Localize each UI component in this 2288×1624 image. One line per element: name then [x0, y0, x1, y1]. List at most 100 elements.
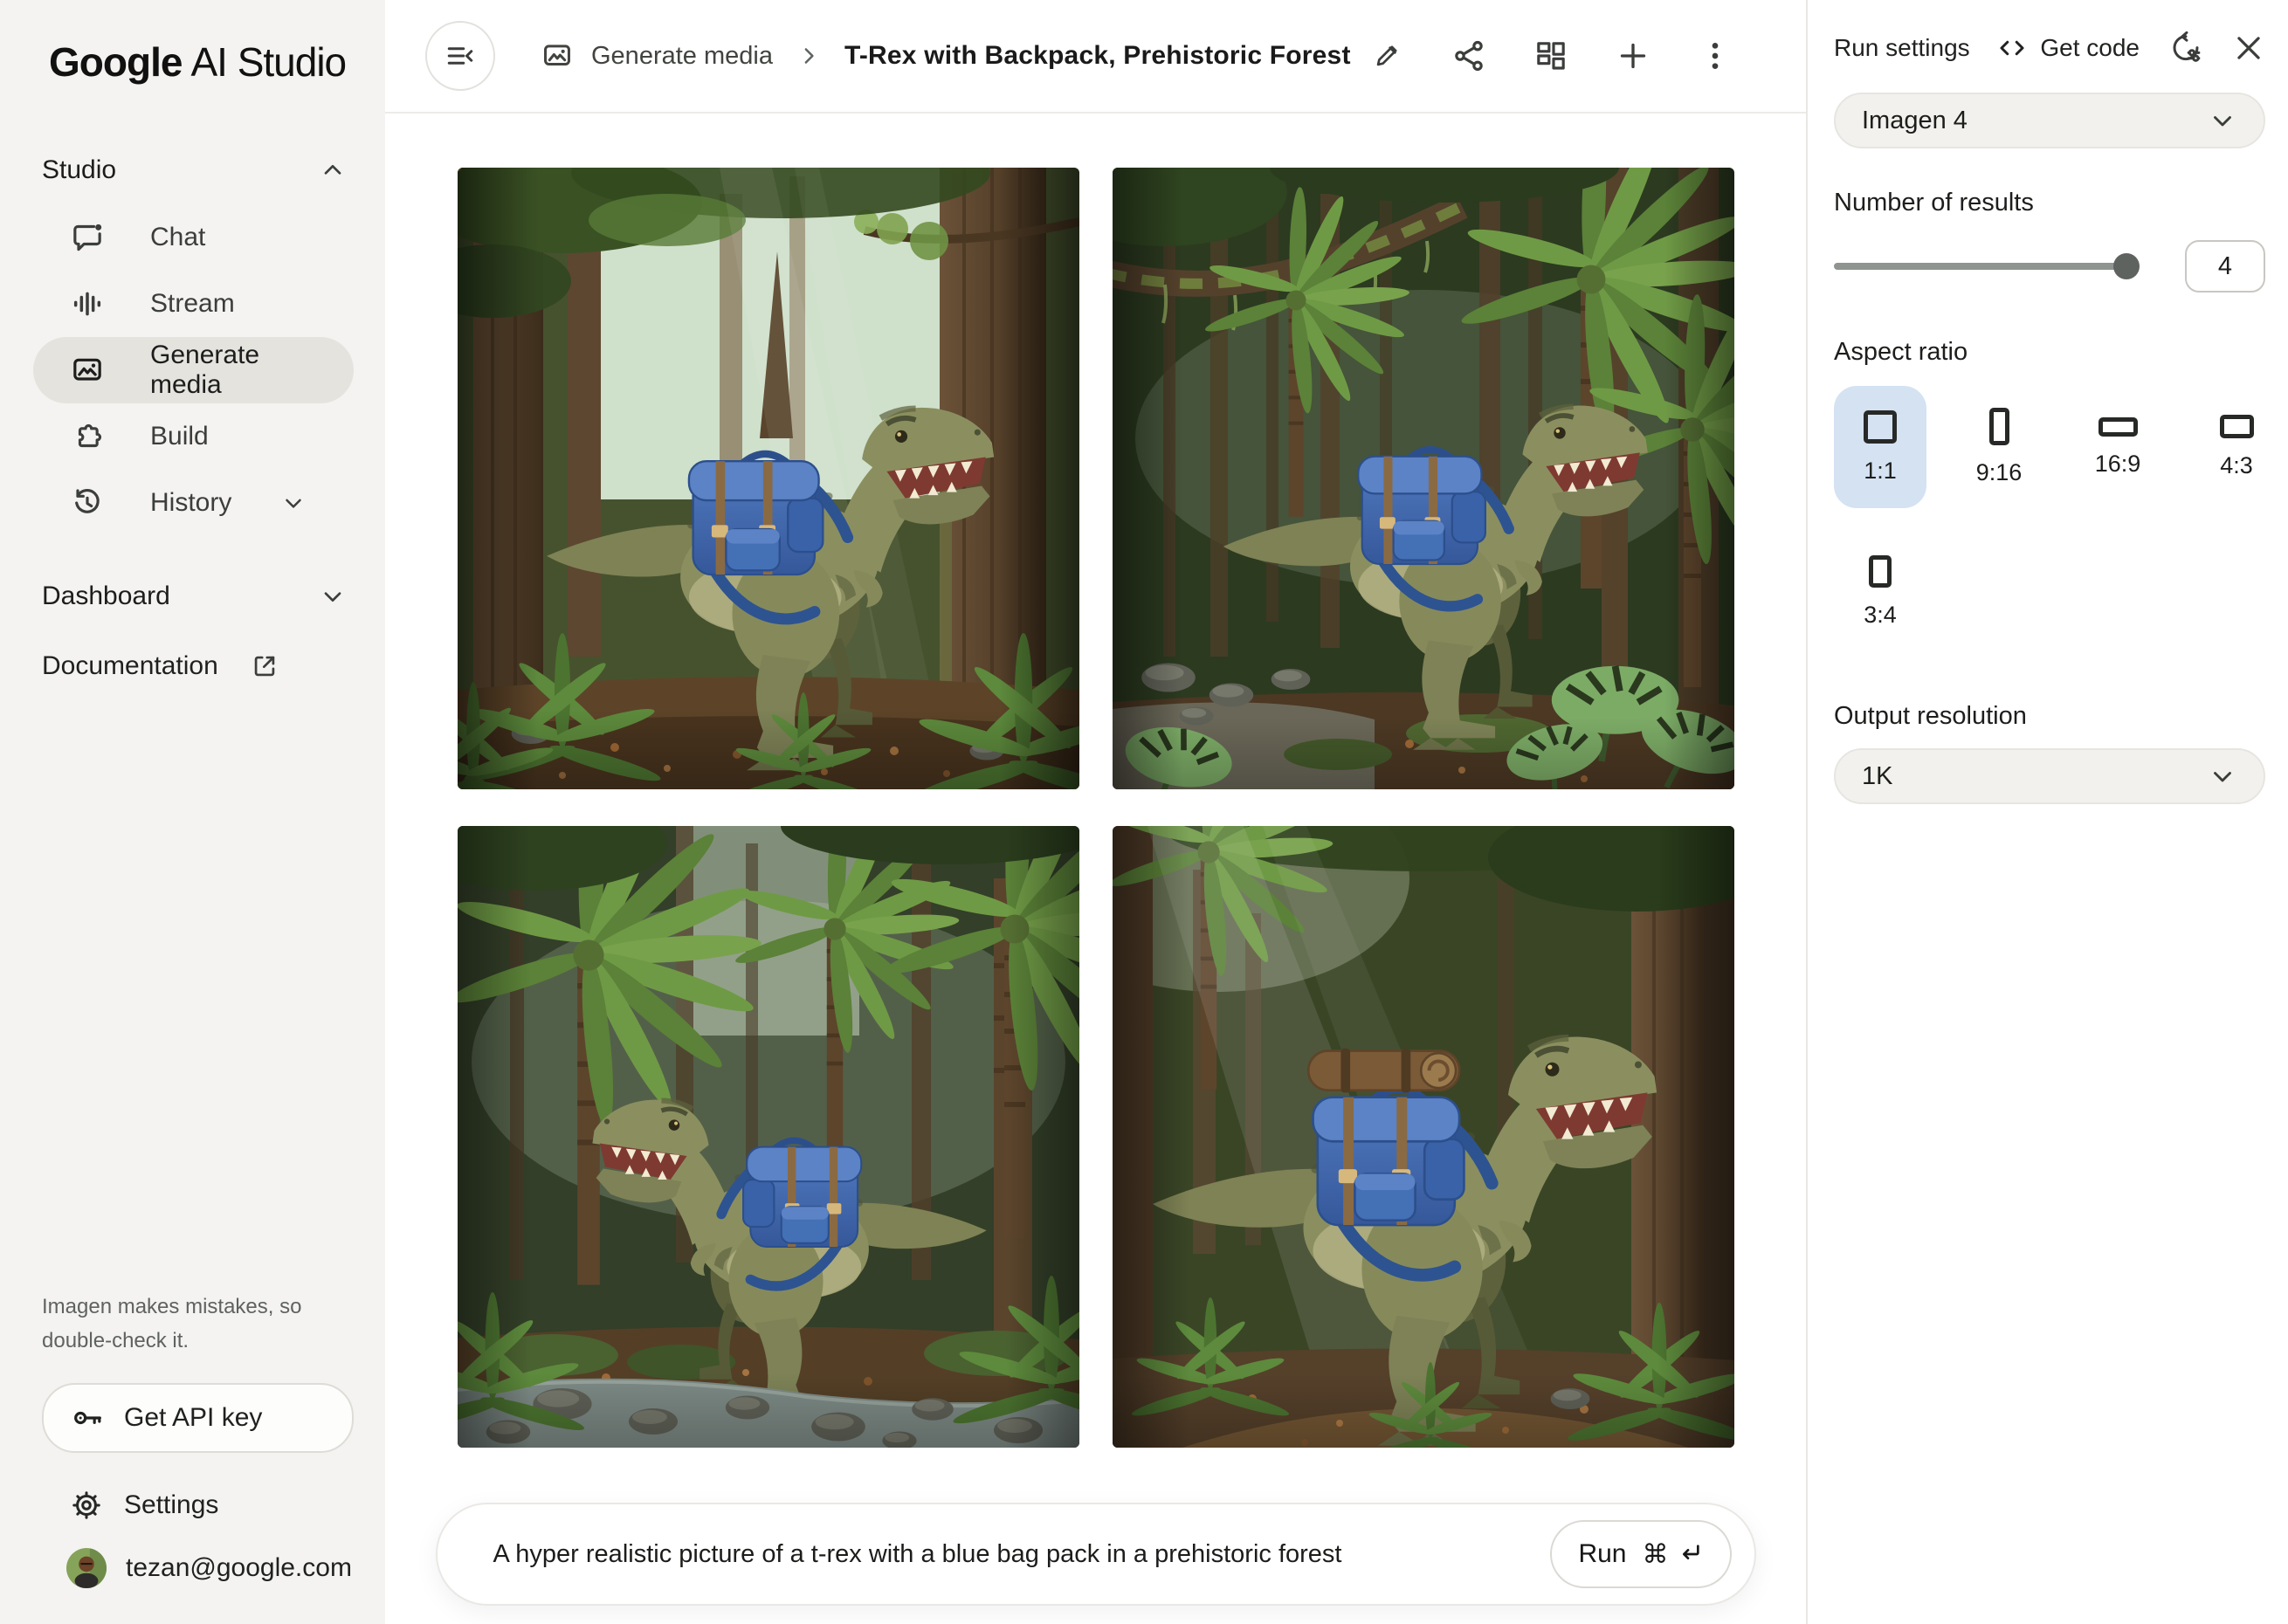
edit-title-icon[interactable]	[1372, 41, 1402, 71]
collapse-sidebar-button[interactable]	[425, 21, 495, 91]
share-icon[interactable]	[1451, 38, 1486, 73]
nav-label: Generate media	[150, 341, 329, 400]
aspect-label: 3:4	[1864, 602, 1897, 629]
get-code-button[interactable]: Get code	[1996, 32, 2140, 64]
breadcrumb[interactable]: Generate media	[541, 39, 773, 72]
dashboard-section-label: Dashboard	[42, 581, 170, 611]
external-link-icon	[234, 651, 279, 681]
media-canvas: A hyper realistic picture of a t-rex wit…	[385, 114, 1806, 1624]
aspect-label: 4:3	[2220, 452, 2253, 479]
gear-icon	[70, 1489, 103, 1522]
model-select[interactable]: Imagen 4	[1834, 93, 2265, 148]
reset-settings-icon[interactable]	[2169, 31, 2202, 65]
get-api-key-label: Get API key	[124, 1403, 262, 1433]
results-slider[interactable]	[1834, 263, 2136, 270]
chevron-right-icon	[796, 43, 822, 69]
aspect-4-3-icon	[2220, 415, 2254, 438]
number-of-results-label: Number of results	[1834, 189, 2265, 217]
sidebar-item-chat[interactable]: Chat	[33, 204, 354, 271]
run-settings-title: Run settings	[1834, 34, 1970, 62]
history-icon	[70, 485, 127, 520]
chevron-down-icon	[2208, 761, 2237, 791]
chevron-down-icon	[280, 490, 329, 516]
get-api-key-button[interactable]: Get API key	[42, 1383, 354, 1453]
run-settings-header: Run settings Get code	[1834, 31, 2265, 65]
nav-label: Build	[150, 422, 209, 451]
generated-image-3[interactable]	[458, 826, 1079, 1448]
key-icon	[70, 1400, 105, 1435]
settings-label: Settings	[124, 1490, 218, 1520]
aspect-ratio-1-1[interactable]: 1:1	[1834, 386, 1926, 508]
aspect-ratio-16-9[interactable]: 16:9	[2071, 386, 2164, 508]
chevron-down-icon	[2208, 106, 2237, 135]
breadcrumb-label: Generate media	[591, 42, 773, 71]
disclaimer-line2: double-check it.	[42, 1329, 189, 1352]
output-resolution-label: Output resolution	[1834, 702, 2265, 731]
output-resolution-select[interactable]: 1K	[1834, 748, 2265, 804]
page-title: T-Rex with Backpack, Prehistoric Forest	[844, 41, 1351, 71]
nav-label: Chat	[150, 223, 205, 252]
sidebar-item-generate-media[interactable]: Generate media	[33, 337, 354, 403]
aspect-label: 9:16	[1976, 459, 2023, 486]
get-code-label: Get code	[2040, 34, 2140, 62]
sidebar-item-build[interactable]: Build	[33, 403, 354, 470]
menu-open-icon	[445, 40, 476, 72]
main-content: Generate media T-Rex with Backpack, Preh…	[385, 0, 1806, 1624]
aspect-ratio-options: 1:1 9:16 16:9 4:3 3:4	[1834, 386, 2288, 653]
waveform-icon	[70, 286, 127, 321]
sidebar-item-history[interactable]: History	[33, 470, 354, 536]
aspect-3-4-icon	[1869, 555, 1892, 588]
sidebar-section-dashboard[interactable]: Dashboard	[0, 576, 385, 616]
settings-button[interactable]: Settings	[42, 1474, 354, 1537]
generated-image-2[interactable]	[1113, 168, 1734, 789]
disclaimer-line1: Imagen makes mistakes, so	[42, 1295, 301, 1318]
google-ai-studio-app: GoogleAI Studio Studio Chat Stream	[0, 0, 2288, 1624]
close-panel-icon[interactable]	[2232, 31, 2265, 65]
generated-image-4[interactable]	[1113, 826, 1734, 1448]
aspect-ratio-label: Aspect ratio	[1834, 338, 2265, 367]
generate-media-icon	[541, 39, 574, 72]
prompt-input[interactable]: A hyper realistic picture of a t-rex wit…	[493, 1540, 1551, 1569]
aspect-label: 16:9	[2095, 451, 2141, 478]
aspect-label: 1:1	[1864, 458, 1897, 485]
aspect-1-1-icon	[1864, 410, 1897, 444]
code-icon	[1996, 32, 2028, 64]
sidebar-nav: Chat Stream Generate media Build	[0, 204, 385, 536]
chevron-up-icon	[319, 156, 347, 184]
run-label: Run	[1578, 1539, 1626, 1569]
avatar	[66, 1548, 107, 1588]
sidebar-item-documentation[interactable]: Documentation	[0, 651, 385, 681]
app-logo: GoogleAI Studio	[0, 0, 385, 86]
generated-image-grid	[458, 168, 1734, 1448]
aspect-ratio-3-4[interactable]: 3:4	[1834, 531, 1926, 653]
generated-image-1[interactable]	[458, 168, 1079, 789]
prompt-bar: A hyper realistic picture of a t-rex wit…	[436, 1503, 1756, 1606]
sidebar: GoogleAI Studio Studio Chat Stream	[0, 0, 385, 1624]
nav-label: History	[150, 488, 231, 518]
results-value[interactable]: 4	[2185, 240, 2265, 292]
number-of-results-row: 4	[1834, 240, 2265, 292]
sidebar-footer: Imagen makes mistakes, so double-check i…	[0, 1290, 385, 1624]
chat-icon	[70, 220, 127, 255]
slider-thumb[interactable]	[2113, 253, 2140, 279]
topbar: Generate media T-Rex with Backpack, Preh…	[385, 0, 1806, 114]
sidebar-item-stream[interactable]: Stream	[33, 271, 354, 337]
command-key-icon: ⌘	[1643, 1539, 1669, 1570]
add-icon[interactable]	[1616, 38, 1651, 73]
user-email: tezan@google.com	[126, 1553, 352, 1583]
logo-google: Google	[49, 39, 182, 85]
sidebar-section-studio[interactable]: Studio	[0, 150, 385, 190]
topbar-actions	[1451, 38, 1806, 73]
return-key-icon	[1676, 1540, 1704, 1568]
model-select-value: Imagen 4	[1862, 107, 1968, 135]
studio-section-label: Studio	[42, 155, 116, 185]
aspect-16-9-icon	[2098, 417, 2138, 437]
account-button[interactable]: tezan@google.com	[42, 1537, 354, 1600]
run-button[interactable]: Run ⌘	[1550, 1520, 1731, 1588]
aspect-ratio-4-3[interactable]: 4:3	[2190, 386, 2283, 508]
generate-media-icon	[70, 353, 127, 388]
more-vert-icon[interactable]	[1698, 38, 1733, 73]
layout-grid-icon[interactable]	[1533, 38, 1568, 73]
aspect-ratio-9-16[interactable]: 9:16	[1953, 386, 2045, 508]
chevron-down-icon	[319, 582, 347, 610]
